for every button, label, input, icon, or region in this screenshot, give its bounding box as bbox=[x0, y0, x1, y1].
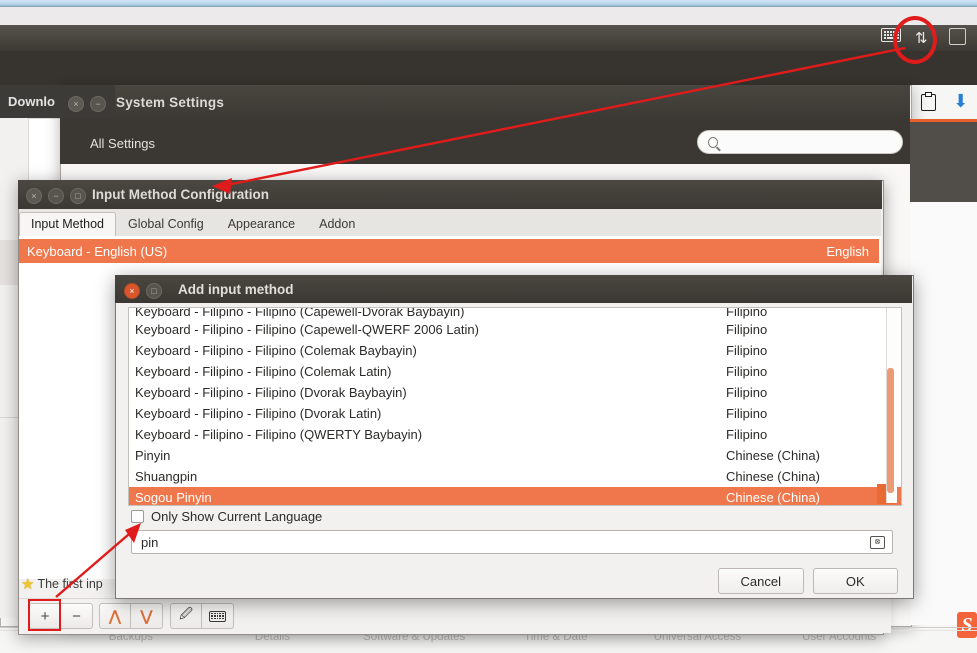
wand-icon: 🖉 bbox=[179, 606, 193, 621]
maximize-icon[interactable]: □ bbox=[70, 188, 86, 204]
list-item[interactable]: Keyboard - Filipino - Filipino (Capewell… bbox=[129, 319, 901, 340]
imc-list-row-selected[interactable]: Keyboard - English (US) English bbox=[19, 239, 879, 263]
imc-footer-note: ★ The first inp bbox=[21, 574, 103, 594]
keyboard-icon bbox=[209, 610, 226, 622]
list-item-name: Sogou Pinyin bbox=[135, 490, 212, 505]
list-item-language: Filipino bbox=[726, 427, 768, 442]
minimize-icon[interactable]: − bbox=[48, 188, 64, 204]
list-item-name: Keyboard - Filipino - Filipino (Capewell… bbox=[135, 322, 479, 337]
list-item-language: Filipino bbox=[726, 385, 768, 400]
imc-window-buttons: × − □ bbox=[26, 188, 86, 204]
aim-title: Add input method bbox=[178, 282, 294, 297]
tab-appearance[interactable]: Appearance bbox=[216, 212, 307, 236]
window-top-strip bbox=[0, 7, 977, 26]
clipboard-icon[interactable] bbox=[920, 91, 936, 111]
list-item-language: Filipino bbox=[726, 322, 768, 337]
list-item[interactable]: Keyboard - Filipino - Filipino (Dvorak B… bbox=[129, 382, 901, 403]
bluetooth-indicator-icon[interactable] bbox=[949, 28, 969, 48]
imc-title: Input Method Configuration bbox=[92, 187, 269, 202]
annotation-rect-add-button bbox=[28, 599, 61, 631]
only-current-language-row[interactable]: Only Show Current Language bbox=[131, 507, 322, 525]
move-down-button[interactable]: ⋁ bbox=[131, 603, 163, 629]
right-white-panel bbox=[910, 202, 977, 625]
tab-input-method[interactable]: Input Method bbox=[19, 212, 116, 236]
all-settings-button[interactable]: All Settings bbox=[78, 131, 167, 157]
only-current-language-label: Only Show Current Language bbox=[151, 508, 323, 524]
tab-addon[interactable]: Addon bbox=[307, 212, 367, 236]
ok-button[interactable]: OK bbox=[812, 568, 898, 594]
list-item-language: Chinese (China) bbox=[726, 490, 820, 505]
list-item-name: Keyboard - Filipino - Filipino (Colemak … bbox=[135, 364, 392, 379]
clear-icon[interactable]: ⊗ bbox=[870, 535, 885, 549]
imc-toolbar: + − ⋀ ⋁ 🖉 bbox=[19, 598, 891, 633]
sogou-logo-icon: S bbox=[957, 612, 977, 638]
imc-row-name: Keyboard - English (US) bbox=[27, 243, 168, 259]
list-item-language: Filipino bbox=[726, 308, 768, 319]
system-settings-search[interactable] bbox=[697, 130, 903, 154]
desktop-wallpaper-strip bbox=[0, 0, 977, 7]
list-item[interactable]: Keyboard - Filipino - Filipino (Colemak … bbox=[129, 361, 901, 382]
list-item[interactable]: Shuangpin Chinese (China) bbox=[129, 466, 901, 487]
chevron-up-icon: ⋀ bbox=[108, 607, 122, 625]
imc-tabbar: Input Method Global Config Appearance Ad… bbox=[19, 209, 881, 237]
aim-search-input[interactable] bbox=[139, 533, 870, 551]
unity-panel-lower bbox=[0, 51, 977, 85]
list-item[interactable]: Keyboard - Filipino - Filipino (QWERTY B… bbox=[129, 424, 901, 445]
search-input[interactable] bbox=[723, 134, 894, 150]
aim-search-field[interactable]: ⊗ bbox=[131, 530, 893, 554]
imc-row-language: English bbox=[826, 243, 869, 259]
list-item-name: Keyboard - Filipino - Filipino (Capewell… bbox=[135, 308, 465, 319]
list-item-language: Filipino bbox=[726, 343, 768, 358]
list-item-name: Keyboard - Filipino - Filipino (Dvorak L… bbox=[135, 406, 382, 421]
maximize-icon[interactable]: □ bbox=[146, 283, 162, 299]
screen-root: ⇅ × − System Settings All Settings Downl… bbox=[0, 0, 977, 653]
list-item[interactable]: Keyboard - Filipino - Filipino (Capewell… bbox=[129, 308, 901, 319]
close-icon[interactable]: × bbox=[124, 283, 140, 299]
system-settings-title: System Settings bbox=[116, 95, 225, 110]
list-item-language: Chinese (China) bbox=[726, 448, 820, 463]
aim-method-list[interactable]: Keyboard - Filipino - Filipino (Capewell… bbox=[128, 307, 902, 506]
chevron-down-icon: ⋁ bbox=[140, 607, 153, 625]
list-item-name: Keyboard - Filipino - Filipino (Dvorak B… bbox=[135, 385, 407, 400]
only-current-language-checkbox[interactable] bbox=[131, 509, 144, 523]
list-item-name: Pinyin bbox=[135, 448, 171, 463]
system-settings-window-buttons: × − bbox=[68, 96, 106, 112]
close-icon[interactable]: × bbox=[68, 96, 84, 112]
list-item-name: Keyboard - Filipino - Filipino (Colemak … bbox=[135, 343, 417, 358]
list-item-name: Keyboard - Filipino - Filipino (QWERTY B… bbox=[135, 427, 423, 442]
search-icon bbox=[708, 136, 718, 148]
imc-footer-text: The first inp bbox=[37, 577, 103, 591]
aim-dialog-buttons: Cancel OK bbox=[718, 568, 898, 594]
list-item-name: Shuangpin bbox=[135, 469, 198, 484]
tab-global-config[interactable]: Global Config bbox=[116, 212, 216, 236]
cancel-button[interactable]: Cancel bbox=[718, 568, 804, 594]
annotation-circle-keyboard-indicator bbox=[893, 16, 937, 64]
right-dark-panel bbox=[910, 122, 977, 202]
list-item-language: Chinese (China) bbox=[726, 469, 820, 484]
close-icon[interactable]: × bbox=[26, 188, 42, 204]
list-item[interactable]: Sogou Pinyin Chinese (China) bbox=[129, 487, 901, 505]
aim-list-scroll-thumb[interactable] bbox=[887, 368, 894, 493]
right-panel-icons: ⬇ bbox=[912, 88, 977, 116]
list-item-language: Filipino bbox=[726, 406, 768, 421]
configure-button[interactable]: 🖉 bbox=[170, 603, 202, 629]
minimize-icon[interactable]: − bbox=[90, 96, 106, 112]
list-item[interactable]: Pinyin Chinese (China) bbox=[129, 445, 901, 466]
list-item-language: Filipino bbox=[726, 364, 768, 379]
list-item[interactable]: Keyboard - Filipino - Filipino (Dvorak L… bbox=[129, 403, 901, 424]
imc-tools-group: 🖉 bbox=[170, 603, 234, 629]
aim-window-buttons: × □ bbox=[124, 283, 162, 299]
remove-button[interactable]: − bbox=[61, 603, 93, 629]
imc-move-group: ⋀ ⋁ bbox=[99, 603, 163, 629]
star-icon: ★ bbox=[21, 575, 35, 593]
move-up-button[interactable]: ⋀ bbox=[99, 603, 131, 629]
unity-top-panel bbox=[0, 25, 977, 52]
download-arrow-icon[interactable]: ⬇ bbox=[953, 93, 968, 111]
virtual-keyboard-button[interactable] bbox=[202, 603, 234, 629]
list-item[interactable]: Keyboard - Filipino - Filipino (Colemak … bbox=[129, 340, 901, 361]
